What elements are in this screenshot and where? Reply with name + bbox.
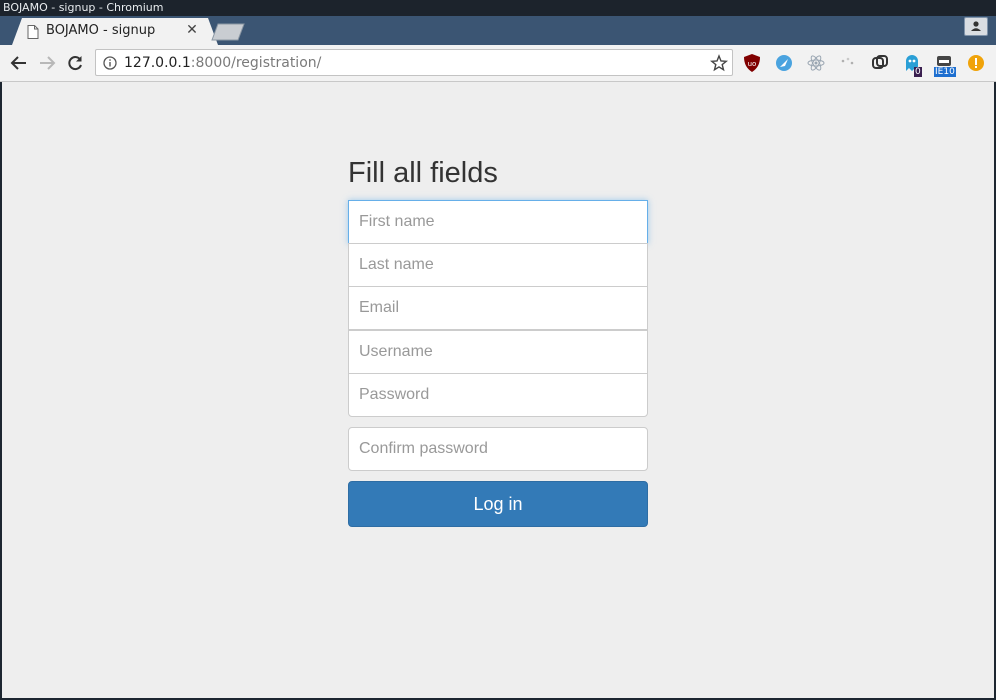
browser-toolbar: 127.0.0.1:8000/registration/ uo 0 IE10 [0, 45, 996, 82]
link-icon[interactable] [870, 53, 890, 73]
tab-bojamo-signup[interactable]: BOJAMO - signup ✕ [12, 18, 218, 45]
close-icon[interactable]: ✕ [185, 22, 199, 38]
first-name-input[interactable] [348, 200, 648, 244]
email-input[interactable] [348, 286, 648, 330]
ie-tab-badge: IE10 [934, 67, 956, 77]
password-input[interactable] [348, 373, 648, 417]
tab-title: BOJAMO - signup [46, 23, 156, 38]
star-icon[interactable] [710, 54, 728, 72]
blue-bird-icon[interactable] [774, 53, 794, 73]
ghostery-badge: 0 [914, 67, 922, 77]
username-input[interactable] [348, 330, 648, 374]
react-devtools-icon[interactable] [806, 53, 826, 73]
dots-icon[interactable] [838, 53, 858, 73]
page-viewport: Fill all fields Log in [2, 82, 994, 698]
address-bar[interactable]: 127.0.0.1:8000/registration/ [95, 49, 733, 76]
confirm-password-input[interactable] [348, 427, 648, 471]
log-in-button[interactable]: Log in [348, 481, 648, 527]
window-title: BOJAMO - signup - Chromium [0, 0, 996, 16]
url-text[interactable]: 127.0.0.1:8000/registration/ [124, 55, 321, 71]
forward-arrow-icon[interactable] [37, 53, 57, 73]
new-tab-button[interactable] [210, 23, 246, 41]
profile-button[interactable] [964, 17, 988, 36]
ublock-origin-icon[interactable]: uo [742, 53, 762, 73]
page-icon [27, 25, 39, 39]
last-name-input[interactable] [348, 243, 648, 287]
alert-icon[interactable] [966, 53, 986, 73]
svg-text:uo: uo [748, 60, 757, 68]
back-arrow-icon[interactable] [9, 53, 29, 73]
person-icon [971, 21, 981, 31]
form-title: Fill all fields [348, 157, 498, 189]
info-icon[interactable] [103, 56, 117, 70]
reload-icon[interactable] [65, 53, 85, 73]
tab-strip: BOJAMO - signup ✕ [0, 16, 996, 45]
